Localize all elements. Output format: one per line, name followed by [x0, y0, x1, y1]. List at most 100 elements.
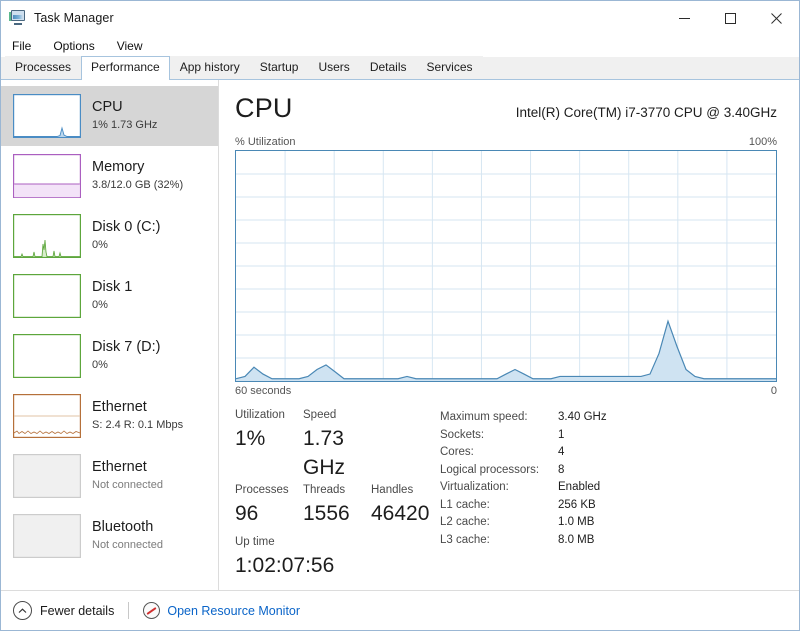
spec-key: Maximum speed: [440, 411, 528, 423]
tab-bar: Processes Performance App history Startu… [1, 56, 799, 80]
stat-value: 46420 [371, 502, 430, 525]
disk1-mini-graph [13, 274, 81, 318]
sidebar-item-title: Memory [92, 159, 145, 175]
title-bar: Task Manager [1, 1, 799, 35]
chevron-up-icon [13, 601, 32, 620]
sidebar-item-sub: 1% 1.73 GHz [92, 119, 158, 131]
graph-time-right: 0 [770, 385, 777, 397]
window-title: Task Manager [34, 11, 114, 25]
tab-services[interactable]: Services [416, 56, 483, 79]
spec-value: 3.40 GHz [558, 411, 607, 423]
spec-row: Sockets: 1 [440, 427, 777, 445]
cpu-header: CPU Intel(R) Core(TM) i7-3770 CPU @ 3.40… [235, 92, 777, 124]
sidebar-disk7-text: Disk 7 (D:) 0% [92, 339, 160, 373]
spec-key: L3 cache: [440, 533, 490, 546]
window-controls [661, 1, 799, 35]
sidebar-item-disk-0[interactable]: Disk 0 (C:) 0% [1, 206, 218, 266]
spec-row: L3 cache: 8.0 MB [440, 532, 777, 550]
resource-monitor-label: Open Resource Monitor [167, 603, 301, 618]
sidebar-item-disk-7[interactable]: Disk 7 (D:) 0% [1, 326, 218, 386]
cpu-stats: Utilization 1% Speed 1.73 GHz Processes … [235, 407, 777, 580]
sidebar-item-bluetooth[interactable]: Bluetooth Not connected [1, 506, 218, 566]
sidebar-item-title: Disk 7 (D:) [92, 339, 161, 355]
chart-line [236, 319, 776, 380]
open-resource-monitor-link[interactable]: Open Resource Monitor [143, 602, 300, 619]
sidebar-item-title: Disk 1 [92, 279, 133, 295]
sidebar-item-title: CPU [92, 99, 123, 115]
spec-row: Maximum speed: 3.40 GHz [440, 409, 777, 427]
stat-label: Speed [303, 409, 337, 421]
stat-value: 1% [235, 427, 266, 450]
spec-row: L1 cache: 256 KB [440, 497, 777, 515]
spec-value: Enabled [558, 481, 601, 493]
tab-details[interactable]: Details [359, 56, 417, 79]
stat-threads: Threads 1556 [303, 482, 371, 528]
menu-bar: File Options View [1, 35, 799, 57]
spec-value: 1 [558, 428, 565, 441]
cpu-utilization-graph[interactable] [235, 150, 777, 382]
ethernet-mini-graph [13, 394, 81, 438]
menu-file[interactable]: File [10, 38, 33, 54]
stat-uptime: Up time 1:02:07:56 [235, 534, 440, 580]
stat-value: 1556 [303, 502, 350, 525]
stat-label: Up time [235, 536, 275, 548]
sidebar-item-title: Ethernet [92, 399, 147, 415]
sidebar-item-cpu[interactable]: CPU 1% 1.73 GHz [1, 86, 218, 146]
graph-y-max: 100% [748, 136, 777, 148]
spec-value: 1.0 MB [558, 516, 595, 528]
sidebar-item-memory[interactable]: Memory 3.8/12.0 GB (32%) [1, 146, 218, 206]
sidebar-item-sub: 3.8/12.0 GB (32%) [92, 179, 184, 191]
sidebar-item-sub: Not connected [92, 539, 163, 551]
stat-processes: Processes 96 [235, 482, 303, 528]
sidebar-item-sub: 0% [92, 359, 108, 371]
memory-mini-graph [13, 154, 81, 198]
sidebar-cpu-text: CPU 1% 1.73 GHz [92, 99, 157, 133]
tab-users[interactable]: Users [308, 56, 360, 79]
sidebar-item-sub: 0% [92, 239, 108, 251]
tab-performance[interactable]: Performance [81, 56, 170, 80]
stat-row-utilization-speed: Utilization 1% Speed 1.73 GHz [235, 407, 440, 482]
footer-divider [128, 602, 130, 619]
tab-startup[interactable]: Startup [249, 56, 309, 79]
spec-value: 256 KB [558, 498, 596, 511]
spec-key: L2 cache: [440, 516, 490, 528]
status-bar: Fewer details Open Resource Monitor [1, 590, 799, 630]
spec-value: 8 [558, 463, 565, 476]
sidebar-disk0-text: Disk 0 (C:) 0% [92, 219, 160, 253]
graph-time-axis: 60 seconds 0 [235, 385, 777, 397]
sidebar-item-ethernet-active[interactable]: Ethernet S: 2.4 R: 0.1 Mbps [1, 386, 218, 446]
graph-time-left: 60 seconds [235, 385, 292, 397]
chart-grid [236, 151, 776, 381]
resource-monitor-icon [143, 602, 161, 619]
sidebar-bluetooth-text: Bluetooth Not connected [92, 519, 163, 553]
sidebar-item-disk-1[interactable]: Disk 1 0% [1, 266, 218, 326]
menu-view[interactable]: View [115, 38, 145, 54]
graph-axis-labels: % Utilization 100% [235, 136, 777, 148]
sidebar-item-sub: Not connected [92, 479, 163, 491]
stat-row-processes-threads-handles: Processes 96 Threads 1556 Handles 46420 [235, 482, 440, 528]
close-button[interactable] [753, 1, 799, 35]
cpu-stats-left: Utilization 1% Speed 1.73 GHz Processes … [235, 407, 440, 580]
spec-value: 4 [558, 446, 565, 458]
fewer-details-label: Fewer details [40, 603, 115, 618]
tab-app-history[interactable]: App history [169, 56, 250, 79]
spec-row: L2 cache: 1.0 MB [440, 514, 777, 532]
sidebar-item-title: Bluetooth [92, 519, 154, 535]
sidebar-memory-text: Memory 3.8/12.0 GB (32%) [92, 159, 183, 193]
maximize-button[interactable] [707, 1, 753, 35]
minimize-button[interactable] [661, 1, 707, 35]
menu-options[interactable]: Options [51, 38, 96, 54]
task-manager-window: Task Manager File Options View Processes… [0, 0, 800, 631]
tab-processes[interactable]: Processes [5, 56, 82, 79]
cpu-spec-list: Maximum speed: 3.40 GHz Sockets: 1 Cores: 4 Lo… [440, 407, 777, 580]
stat-label: Processes [235, 484, 289, 496]
fewer-details-button[interactable]: Fewer details [13, 601, 114, 620]
page-title: CPU [235, 93, 293, 123]
sidebar-item-ethernet-disconnected[interactable]: Ethernet Not connected [1, 446, 218, 506]
sidebar-item-title: Disk 0 (C:) [92, 219, 161, 235]
stat-speed: Speed 1.73 GHz [303, 407, 378, 482]
bluetooth-mini-graph [13, 514, 81, 558]
sidebar-item-sub: 0% [92, 299, 108, 311]
cpu-mini-graph [13, 94, 81, 138]
processor-name: Intel(R) Core(TM) i7-3770 CPU @ 3.40GHz [515, 105, 777, 120]
